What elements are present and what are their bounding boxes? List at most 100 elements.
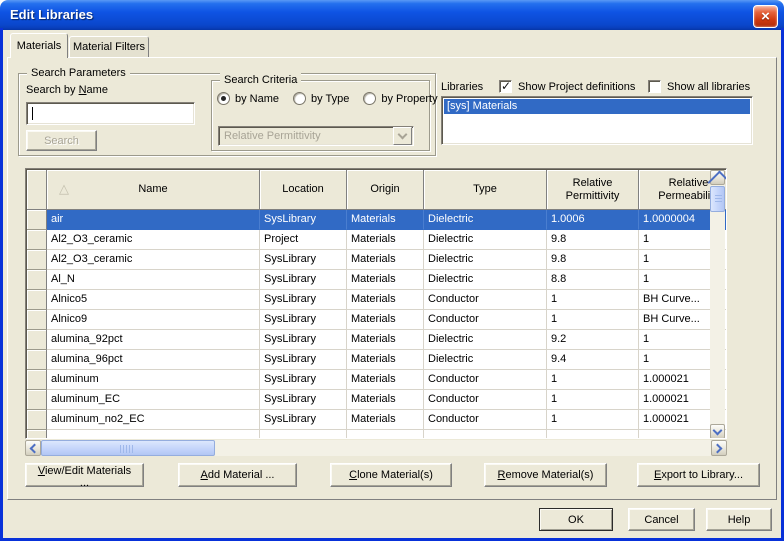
cell-relative_permittivity: 9.8	[547, 250, 639, 270]
radio-by-name[interactable]: by Name	[217, 92, 279, 105]
column-header-type[interactable]: Type	[424, 170, 547, 210]
radio-button-icon	[363, 92, 376, 105]
table-row[interactable]: airSysLibraryMaterialsDielectric1.00061.…	[27, 210, 725, 230]
scroll-up-button[interactable]	[710, 170, 725, 185]
cell-origin: Materials	[347, 330, 424, 350]
column-header-label: Relative Permittivity	[549, 177, 636, 203]
search-criteria-legend: Search Criteria	[220, 73, 301, 87]
show-project-definitions-label: Show Project definitions	[518, 81, 635, 93]
column-header-label: Type	[473, 183, 497, 196]
table-row[interactable]: Al2_O3_ceramicSysLibraryMaterialsDielect…	[27, 250, 725, 270]
row-header-cell[interactable]	[27, 230, 47, 250]
table-row[interactable]: aluminumSysLibraryMaterialsConductor11.0…	[27, 370, 725, 390]
sort-ascending-icon: △	[59, 182, 69, 195]
radio-by-property[interactable]: by Property	[363, 92, 437, 105]
vertical-scrollbar[interactable]	[710, 170, 725, 439]
cell-location: SysLibrary	[260, 410, 347, 430]
dropdown-button[interactable]	[393, 127, 412, 145]
row-header-cell[interactable]	[27, 390, 47, 410]
row-header-cell[interactable]	[27, 290, 47, 310]
cell-relative_permittivity: 1	[547, 310, 639, 330]
ok-button[interactable]: OK	[539, 508, 613, 531]
table-row[interactable]: Alnico5SysLibraryMaterialsConductor1BH C…	[27, 290, 725, 310]
chevron-right-icon	[713, 443, 723, 453]
row-header-cell[interactable]	[27, 310, 47, 330]
row-header-cell[interactable]	[27, 270, 47, 290]
table-row[interactable]: Al_NSysLibraryMaterialsDielectric8.81	[27, 270, 725, 290]
row-header-cell[interactable]	[27, 330, 47, 350]
clone-material-s-button[interactable]: Clone Material(s)	[330, 463, 452, 487]
search-by-name-label: Search by Name	[26, 84, 108, 97]
cell-name: alumina_92pct	[47, 330, 260, 350]
radio-by-type[interactable]: by Type	[293, 92, 349, 105]
column-header-name[interactable]: △Name	[47, 170, 260, 210]
cell-origin: Materials	[347, 310, 424, 330]
scroll-left-button[interactable]	[25, 440, 41, 456]
cell-relative_permittivity: 1	[547, 370, 639, 390]
cell-type: Conductor	[424, 370, 547, 390]
libraries-listbox[interactable]: [sys] Materials	[441, 96, 753, 145]
scroll-down-button[interactable]	[710, 424, 725, 439]
cell-relative_permittivity: 8.8	[547, 270, 639, 290]
column-header-location[interactable]: Location	[260, 170, 347, 210]
help-button[interactable]: Help	[706, 508, 772, 531]
radio-by-property-label: by Property	[381, 93, 437, 105]
tab-materials[interactable]: Materials	[10, 33, 68, 58]
titlebar[interactable]: Edit Libraries ×	[0, 0, 784, 30]
cell-origin: Materials	[347, 290, 424, 310]
search-name-input[interactable]	[26, 102, 195, 125]
cell-location: SysLibrary	[260, 210, 347, 230]
table-row[interactable]: Al2_O3_ceramicProjectMaterialsDielectric…	[27, 230, 725, 250]
table-row[interactable]: Alnico9SysLibraryMaterialsConductor1BH C…	[27, 310, 725, 330]
scroll-right-button[interactable]	[711, 440, 727, 456]
cell-name: Alnico5	[47, 290, 260, 310]
table-row[interactable]: alumina_96pctSysLibraryMaterialsDielectr…	[27, 350, 725, 370]
checkbox-icon	[499, 80, 512, 93]
close-button[interactable]: ×	[753, 5, 778, 28]
radio-by-name-label: by Name	[235, 93, 279, 105]
export-to-library-button[interactable]: Export to Library...	[637, 463, 760, 487]
row-header-cell	[27, 430, 47, 439]
table-row[interactable]: aluminum_no2_ECSysLibraryMaterialsConduc…	[27, 410, 725, 430]
cancel-button[interactable]: Cancel	[628, 508, 695, 531]
column-header-relative-permittivity[interactable]: Relative Permittivity	[547, 170, 639, 210]
property-dropdown[interactable]: Relative Permittivity	[218, 126, 414, 146]
row-header-cell[interactable]	[27, 350, 47, 370]
cell-location: SysLibrary	[260, 290, 347, 310]
radio-button-icon	[293, 92, 306, 105]
cell-name: aluminum_no2_EC	[47, 410, 260, 430]
row-header-cell[interactable]	[27, 410, 47, 430]
table-row[interactable]: aluminum_ECSysLibraryMaterialsConductor1…	[27, 390, 725, 410]
add-material-button[interactable]: Add Material ...	[178, 463, 297, 487]
table-row-partial	[27, 430, 725, 439]
horizontal-scrollbar-thumb[interactable]	[41, 440, 215, 456]
materials-table[interactable]: △Name Location Origin Type Relative Permitti…	[25, 168, 727, 439]
cell-origin: Materials	[347, 390, 424, 410]
vertical-scrollbar-thumb[interactable]	[710, 186, 725, 212]
row-header-cell[interactable]	[27, 370, 47, 390]
cell-origin: Materials	[347, 250, 424, 270]
cell-relative_permittivity: 1.0006	[547, 210, 639, 230]
column-header-label: Location	[282, 183, 324, 196]
tab-material-filters[interactable]: Material Filters	[69, 36, 149, 57]
cell-name: Alnico9	[47, 310, 260, 330]
table-row[interactable]: alumina_92pctSysLibraryMaterialsDielectr…	[27, 330, 725, 350]
show-project-definitions-checkbox[interactable]: Show Project definitions	[499, 80, 635, 93]
tab-material-filters-label: Material Filters	[73, 41, 145, 53]
remove-material-s-button[interactable]: Remove Material(s)	[484, 463, 607, 487]
cell-name: aluminum	[47, 370, 260, 390]
cell-origin: Materials	[347, 270, 424, 290]
table-corner-header[interactable]	[27, 170, 47, 210]
table-header-row: △Name Location Origin Type Relative Permitti…	[27, 170, 725, 210]
column-header-origin[interactable]: Origin	[347, 170, 424, 210]
row-header-cell[interactable]	[27, 210, 47, 230]
search-button[interactable]: Search	[26, 130, 97, 151]
show-all-libraries-checkbox[interactable]: Show all libraries	[648, 80, 750, 93]
window-title: Edit Libraries	[10, 7, 93, 22]
view-edit-materials-button[interactable]: View/Edit Materials ...	[25, 463, 144, 487]
cell-empty	[260, 430, 347, 439]
horizontal-scrollbar[interactable]	[25, 440, 727, 456]
cell-location: SysLibrary	[260, 270, 347, 290]
library-list-item[interactable]: [sys] Materials	[444, 99, 750, 114]
row-header-cell[interactable]	[27, 250, 47, 270]
